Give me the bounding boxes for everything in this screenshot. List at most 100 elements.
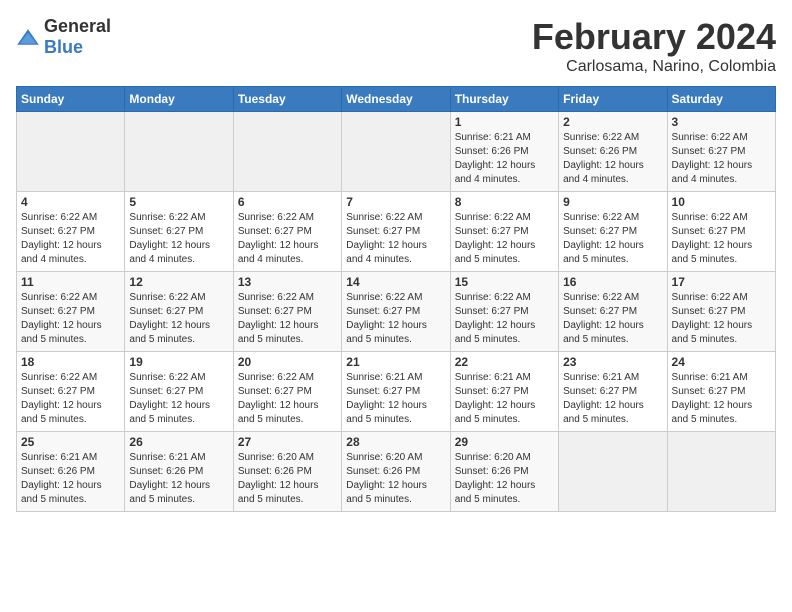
calendar-cell: 5Sunrise: 6:22 AMSunset: 6:27 PMDaylight… [125,192,233,272]
month-title: February 2024 [532,16,776,58]
calendar-cell: 7 Sunrise: 6:22 AMSunset: 6:27 PMDaylight… [342,192,450,272]
calendar-cell: 14 Sunrise: 6:22 AMSunset: 6:27 PMDayligh… [342,272,450,352]
day-number: 26 [129,435,228,449]
calendar-week-row: 1 Sunrise: 6:21 AMSunset: 6:26 PMDaylight… [17,112,776,192]
calendar-cell: 19 Sunrise: 6:22 AMSunset: 6:27 PMDayligh… [125,352,233,432]
weekday-header-saturday: Saturday [667,87,775,112]
calendar-cell: 29Sunrise: 6:20 AMSunset: 6:26 PMDayligh… [450,432,558,512]
day-number: 14 [346,275,445,289]
day-info: Sunrise: 6:20 AMSunset: 6:26 PMDaylight:… [455,451,554,507]
calendar-cell: 24 Sunrise: 6:21 AMSunset: 6:27 PMDayligh… [667,352,775,432]
day-number: 22 [455,355,554,369]
day-info: Sunrise: 6:21 AMSunset: 6:26 PMDaylight:… [21,451,120,507]
weekday-header-row: SundayMondayTuesdayWednesdayThursdayFrid… [17,87,776,112]
day-number: 23 [563,355,662,369]
day-info: Sunrise: 6:22 AMSunset: 6:27 PMDaylight:… [346,291,445,347]
day-info: Sunrise: 6:22 AMSunset: 6:27 PMDaylight:… [129,291,228,347]
day-info: Sunrise: 6:21 AMSunset: 6:27 PMDaylight:… [563,371,662,427]
calendar-cell: 22Sunrise: 6:21 AMSunset: 6:27 PMDayligh… [450,352,558,432]
calendar-cell: 26 Sunrise: 6:21 AMSunset: 6:26 PMDayligh… [125,432,233,512]
day-number: 16 [563,275,662,289]
location-title: Carlosama, Narino, Colombia [532,58,776,76]
calendar-cell [667,432,775,512]
day-info: Sunrise: 6:22 AMSunset: 6:27 PMDaylight:… [563,291,662,347]
day-number: 1 [455,115,554,129]
day-info: Sunrise: 6:22 AMSunset: 6:27 PMDaylight:… [346,211,445,267]
calendar-cell [559,432,667,512]
day-info: Sunrise: 6:22 AMSunset: 6:27 PMDaylight:… [672,291,771,347]
calendar-cell: 4 Sunrise: 6:22 AMSunset: 6:27 PMDaylight… [17,192,125,272]
day-info: Sunrise: 6:22 AMSunset: 6:27 PMDaylight:… [455,211,554,267]
calendar-cell [233,112,341,192]
calendar-cell: 13Sunrise: 6:22 AMSunset: 6:27 PMDayligh… [233,272,341,352]
day-info: Sunrise: 6:22 AMSunset: 6:27 PMDaylight:… [21,211,120,267]
calendar-cell: 6Sunrise: 6:22 AMSunset: 6:27 PMDaylight… [233,192,341,272]
calendar-header: SundayMondayTuesdayWednesdayThursdayFrid… [17,87,776,112]
day-info: Sunrise: 6:22 AMSunset: 6:27 PMDaylight:… [21,291,120,347]
calendar-cell: 9Sunrise: 6:22 AMSunset: 6:27 PMDaylight… [559,192,667,272]
day-info: Sunrise: 6:22 AMSunset: 6:27 PMDaylight:… [129,211,228,267]
calendar-cell: 25Sunrise: 6:21 AMSunset: 6:26 PMDayligh… [17,432,125,512]
day-number: 19 [129,355,228,369]
weekday-header-tuesday: Tuesday [233,87,341,112]
day-info: Sunrise: 6:21 AMSunset: 6:27 PMDaylight:… [346,371,445,427]
day-info: Sunrise: 6:22 AMSunset: 6:27 PMDaylight:… [21,371,120,427]
calendar-cell [125,112,233,192]
calendar-week-row: 18Sunrise: 6:22 AMSunset: 6:27 PMDayligh… [17,352,776,432]
title-area: February 2024 Carlosama, Narino, Colombi… [532,16,776,76]
day-number: 3 [672,115,771,129]
day-number: 4 [21,195,120,209]
weekday-header-sunday: Sunday [17,87,125,112]
day-info: Sunrise: 6:21 AMSunset: 6:26 PMDaylight:… [129,451,228,507]
logo-general: General [44,16,111,36]
calendar-cell: 21 Sunrise: 6:21 AMSunset: 6:27 PMDayligh… [342,352,450,432]
calendar-cell: 12 Sunrise: 6:22 AMSunset: 6:27 PMDayligh… [125,272,233,352]
day-number: 17 [672,275,771,289]
calendar: SundayMondayTuesdayWednesdayThursdayFrid… [16,86,776,512]
day-info: Sunrise: 6:21 AMSunset: 6:27 PMDaylight:… [672,371,771,427]
day-number: 28 [346,435,445,449]
weekday-header-friday: Friday [559,87,667,112]
logo: General Blue [16,16,111,58]
day-info: Sunrise: 6:22 AMSunset: 6:27 PMDaylight:… [129,371,228,427]
day-info: Sunrise: 6:22 AMSunset: 6:26 PMDaylight:… [563,131,662,187]
day-info: Sunrise: 6:22 AMSunset: 6:27 PMDaylight:… [238,371,337,427]
calendar-cell: 2 Sunrise: 6:22 AMSunset: 6:26 PMDaylight… [559,112,667,192]
calendar-cell: 23 Sunrise: 6:21 AMSunset: 6:27 PMDayligh… [559,352,667,432]
day-number: 7 [346,195,445,209]
day-number: 20 [238,355,337,369]
weekday-header-wednesday: Wednesday [342,87,450,112]
calendar-week-row: 11 Sunrise: 6:22 AMSunset: 6:27 PMDayligh… [17,272,776,352]
day-info: Sunrise: 6:22 AMSunset: 6:27 PMDaylight:… [563,211,662,267]
day-number: 2 [563,115,662,129]
day-number: 24 [672,355,771,369]
logo-icon [16,25,40,49]
header: General Blue February 2024 Carlosama, Na… [16,16,776,76]
day-info: Sunrise: 6:22 AMSunset: 6:27 PMDaylight:… [238,211,337,267]
day-number: 15 [455,275,554,289]
weekday-header-thursday: Thursday [450,87,558,112]
calendar-cell: 8Sunrise: 6:22 AMSunset: 6:27 PMDaylight… [450,192,558,272]
calendar-cell: 28 Sunrise: 6:20 AMSunset: 6:26 PMDayligh… [342,432,450,512]
calendar-cell: 27Sunrise: 6:20 AMSunset: 6:26 PMDayligh… [233,432,341,512]
calendar-cell: 10Sunrise: 6:22 AMSunset: 6:27 PMDayligh… [667,192,775,272]
calendar-week-row: 25Sunrise: 6:21 AMSunset: 6:26 PMDayligh… [17,432,776,512]
calendar-week-row: 4 Sunrise: 6:22 AMSunset: 6:27 PMDaylight… [17,192,776,272]
calendar-cell: 16 Sunrise: 6:22 AMSunset: 6:27 PMDayligh… [559,272,667,352]
day-number: 10 [672,195,771,209]
day-info: Sunrise: 6:20 AMSunset: 6:26 PMDaylight:… [346,451,445,507]
calendar-cell: 15Sunrise: 6:22 AMSunset: 6:27 PMDayligh… [450,272,558,352]
day-info: Sunrise: 6:21 AMSunset: 6:26 PMDaylight:… [455,131,554,187]
day-number: 21 [346,355,445,369]
calendar-cell: 20 Sunrise: 6:22 AMSunset: 6:27 PMDayligh… [233,352,341,432]
day-info: Sunrise: 6:22 AMSunset: 6:27 PMDaylight:… [672,131,771,187]
day-number: 11 [21,275,120,289]
calendar-cell: 3 Sunrise: 6:22 AMSunset: 6:27 PMDaylight… [667,112,775,192]
day-info: Sunrise: 6:22 AMSunset: 6:27 PMDaylight:… [238,291,337,347]
logo-blue: Blue [44,37,83,57]
calendar-cell [342,112,450,192]
calendar-body: 1 Sunrise: 6:21 AMSunset: 6:26 PMDaylight… [17,112,776,512]
day-number: 27 [238,435,337,449]
day-number: 12 [129,275,228,289]
calendar-cell: 17 Sunrise: 6:22 AMSunset: 6:27 PMDayligh… [667,272,775,352]
